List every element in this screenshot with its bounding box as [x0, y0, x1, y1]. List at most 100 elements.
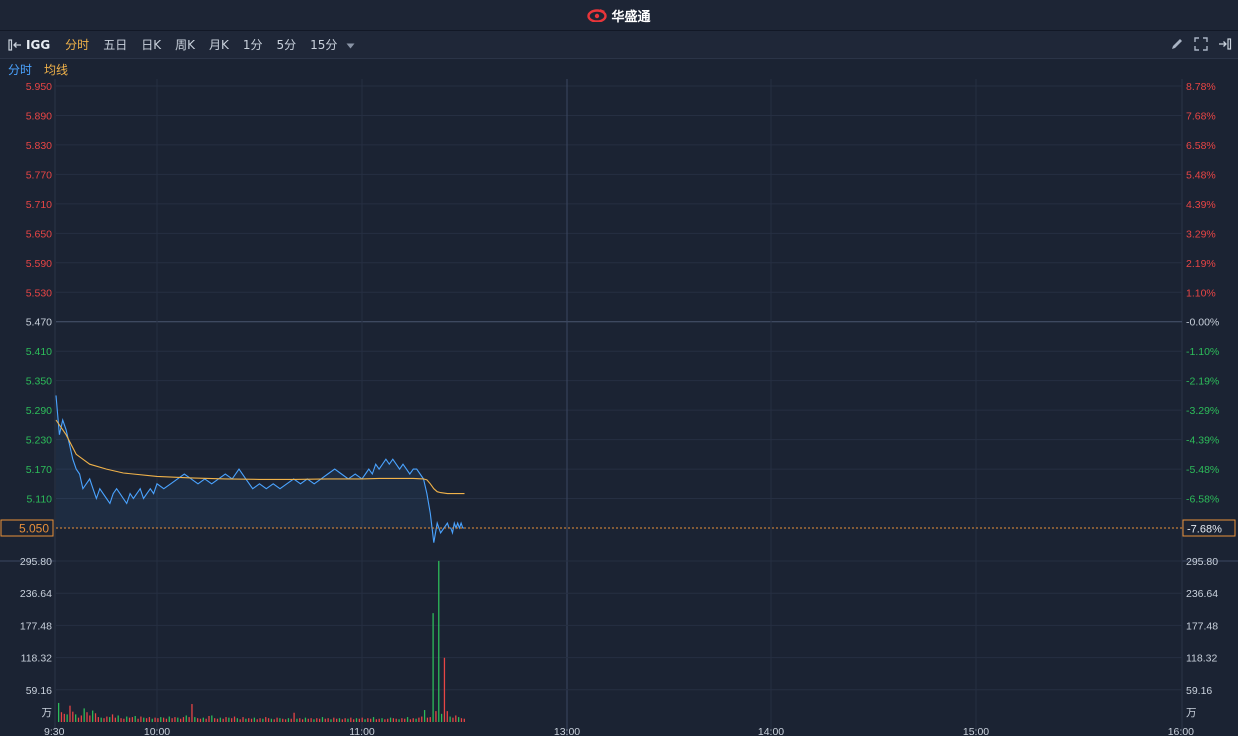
volume-bar: [168, 716, 170, 722]
pct-tick-label: -5.48%: [1186, 464, 1219, 476]
volume-bar: [401, 718, 403, 722]
volume-bar: [457, 717, 460, 722]
volume-bar: [429, 717, 431, 722]
volume-bar: [157, 718, 159, 722]
volume-bar: [171, 718, 173, 722]
volume-bar: [109, 717, 111, 722]
price-tick-label: 5.170: [26, 464, 52, 476]
volume-bar: [293, 712, 295, 722]
tab-intraday[interactable]: 分时: [58, 36, 96, 53]
volume-bar: [92, 710, 94, 722]
volume-bar: [233, 716, 236, 722]
volume-bar: [395, 718, 397, 722]
volume-bar: [69, 705, 71, 722]
volume-bar: [262, 718, 264, 722]
tab-five-day[interactable]: 五日: [96, 36, 134, 53]
volume-bar: [77, 717, 80, 722]
toolbar: IGG 分时 五日 日K 周K 月K 1分 5分 15分: [0, 31, 1238, 59]
volume-bar: [406, 717, 409, 722]
price-tick-label: 5.650: [26, 228, 52, 240]
volume-bar: [299, 718, 301, 722]
fullscreen-icon[interactable]: [1194, 37, 1208, 51]
tab-weekly-k[interactable]: 周K: [168, 36, 202, 53]
time-tick-label: 16:00: [1168, 726, 1194, 736]
panel-left-icon[interactable]: [8, 38, 24, 52]
volume-bar: [114, 717, 117, 722]
pct-tick-label: 5.48%: [1186, 169, 1216, 181]
volume-bar: [324, 718, 326, 722]
pct-tick-label: -0.00%: [1186, 317, 1219, 329]
volume-bar: [460, 718, 463, 722]
volume-bar: [463, 718, 465, 722]
volume-bar: [347, 718, 349, 722]
volume-bar: [143, 717, 145, 722]
volume-unit-label: 万: [42, 707, 53, 719]
volume-bar: [435, 711, 437, 722]
volume-bar: [455, 715, 457, 722]
brand-logo-icon: [587, 9, 608, 22]
pct-tick-label: -3.29%: [1186, 405, 1219, 417]
brand: 华盛通: [587, 6, 651, 25]
volume-bar: [151, 718, 153, 722]
volume-bar: [100, 717, 102, 722]
volume-bar: [389, 717, 392, 722]
time-tick-label: 14:00: [758, 726, 784, 736]
volume-bar: [304, 717, 307, 722]
pencil-icon[interactable]: [1170, 37, 1184, 51]
tab-daily-k[interactable]: 日K: [134, 36, 168, 53]
volume-bar: [194, 717, 196, 722]
volume-bar: [287, 718, 290, 722]
tab-monthly-k[interactable]: 月K: [202, 36, 236, 53]
volume-tick-label: 118.32: [21, 653, 52, 665]
pct-tick-label: 3.29%: [1186, 228, 1216, 240]
volume-bar: [398, 719, 400, 722]
volume-bar: [66, 714, 68, 722]
chart-background: [0, 79, 1238, 736]
volume-bar: [165, 718, 168, 722]
price-tick-label: 5.290: [26, 405, 52, 417]
volume-bar: [344, 718, 346, 722]
chart-legend: 分时 均线: [0, 59, 1238, 80]
tab-5min[interactable]: 5分: [269, 36, 303, 53]
pct-tick-label: 1.10%: [1186, 287, 1216, 299]
volume-bar: [259, 718, 261, 722]
volume-bar: [296, 718, 298, 722]
volume-bar: [421, 716, 423, 722]
volume-bar: [94, 713, 97, 722]
panel-right-icon[interactable]: [1218, 37, 1232, 51]
volume-tick-label: 295.80: [1186, 556, 1218, 568]
volume-bar: [267, 718, 270, 722]
volume-bar: [301, 719, 304, 722]
pct-tick-label: 4.39%: [1186, 199, 1216, 211]
volume-bar: [452, 717, 454, 722]
volume-tick-label: 177.48: [1186, 620, 1218, 632]
volume-bar: [111, 714, 114, 722]
pct-tick-label: 2.19%: [1186, 258, 1216, 270]
volume-bar: [197, 718, 199, 722]
volume-tick-label: 236.64: [20, 588, 52, 600]
volume-bar: [185, 715, 187, 722]
volume-bar: [253, 717, 256, 722]
volume-bar: [160, 717, 162, 722]
volume-bar: [409, 719, 412, 722]
tab-1min[interactable]: 1分: [236, 36, 270, 53]
volume-bar: [216, 718, 219, 722]
price-tick-label: 5.710: [26, 199, 52, 211]
volume-bar: [58, 702, 60, 722]
tab-15min-label: 15分: [310, 38, 338, 52]
volume-bar: [89, 715, 91, 722]
volume-bar: [415, 718, 417, 722]
volume-bar: [412, 718, 414, 722]
legend-average: 均线: [44, 62, 69, 77]
volume-bar: [426, 717, 429, 722]
volume-tick-label: 59.16: [26, 685, 52, 697]
volume-bar: [372, 717, 375, 722]
volume-bar: [432, 613, 434, 722]
symbol-label: IGG: [26, 37, 51, 52]
tab-15min[interactable]: 15分: [303, 36, 362, 53]
volume-bar: [219, 717, 221, 722]
volume-bar: [316, 718, 318, 722]
volume-tick-label: 177.48: [20, 620, 52, 632]
price-tick-label: 5.590: [26, 258, 52, 270]
volume-bar: [438, 560, 440, 722]
